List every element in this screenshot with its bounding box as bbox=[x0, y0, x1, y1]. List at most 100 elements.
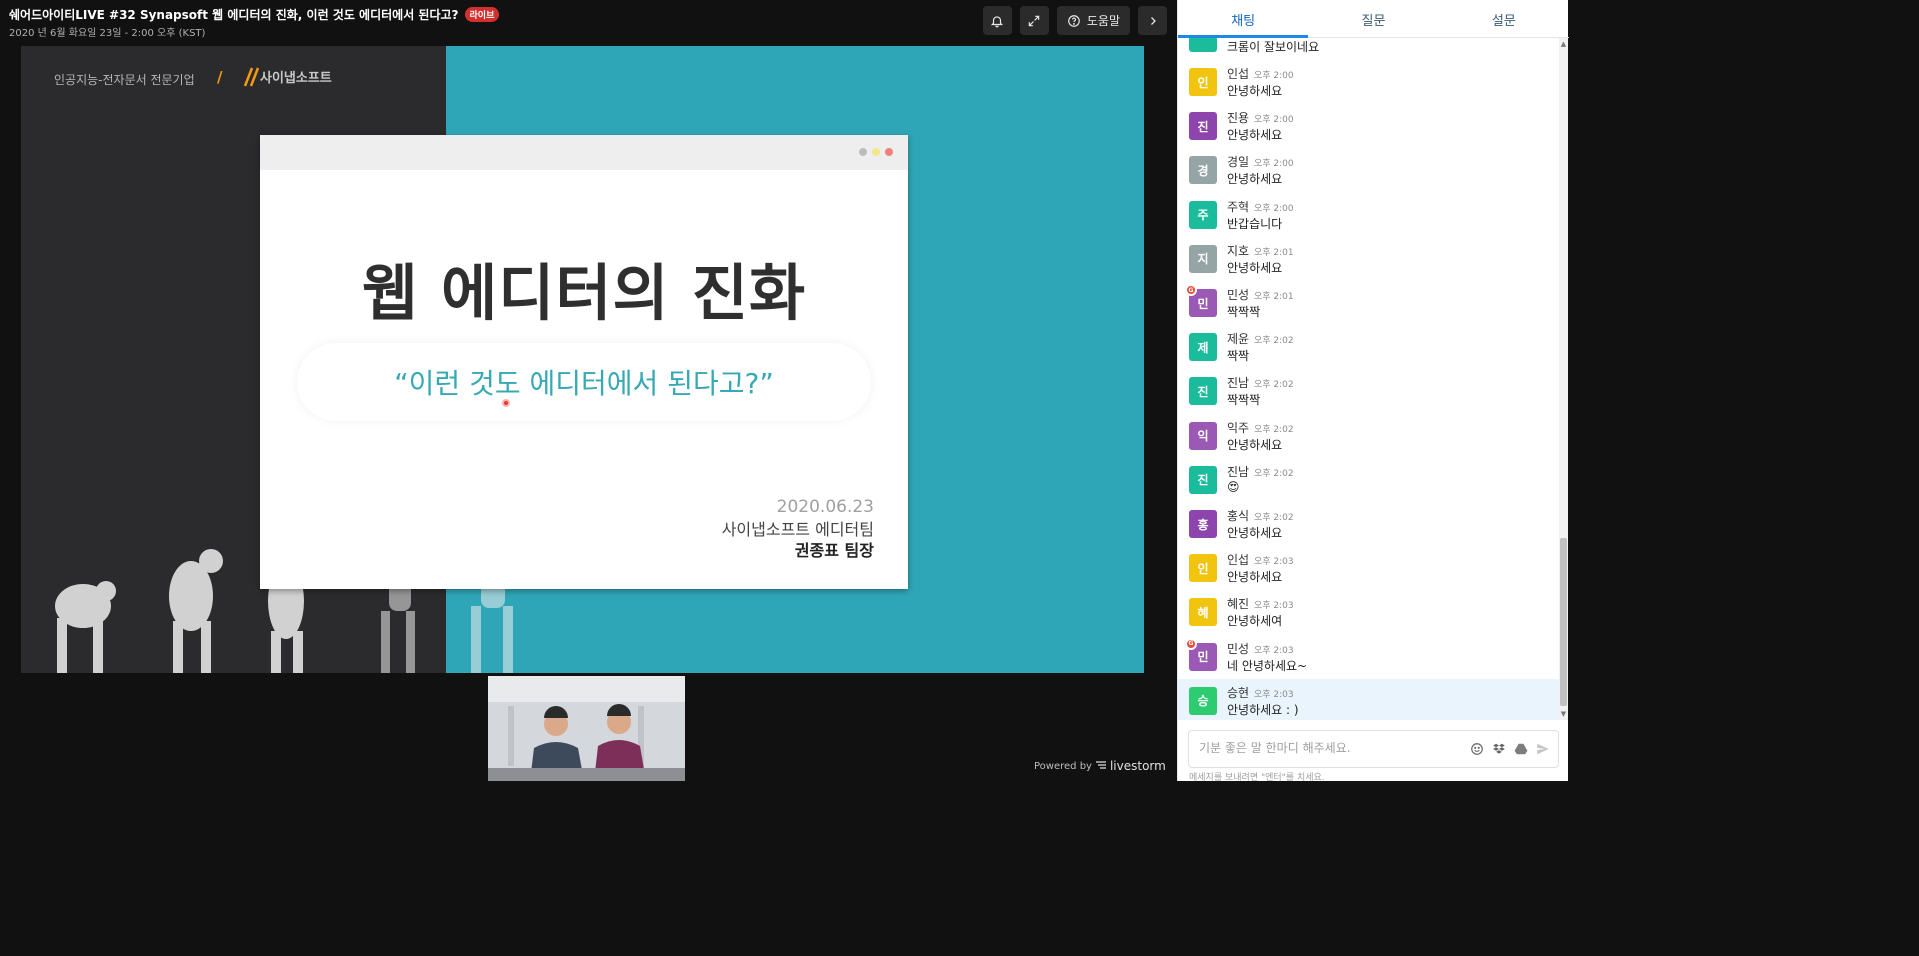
slide-date: 2020.06.23 bbox=[776, 497, 874, 517]
avatar[interactable]: 진 bbox=[1189, 112, 1217, 141]
tab-polls[interactable]: 설문 bbox=[1439, 0, 1569, 37]
message-text: 안녕하세요 bbox=[1227, 84, 1283, 98]
chat-scrollbar[interactable]: ▲ ▼ bbox=[1559, 38, 1568, 720]
message-time: 오후 2:00 bbox=[1254, 115, 1294, 126]
message-text: 짝짝짝 bbox=[1227, 393, 1261, 408]
event-header: 쉐어드아이티LIVE #32 Synapsoft 웹 에디터의 진화, 이런 것… bbox=[0, 0, 1177, 46]
chat-panel: 채팅 질문 설문 크롬이 잘보이네요 인 인섭 오후 2:00 안녕하세요 진 진용 오후 … bbox=[1177, 0, 1569, 783]
message-author: 승현 bbox=[1227, 685, 1250, 700]
help-button[interactable]: 도움말 bbox=[1056, 6, 1130, 35]
send-icon[interactable] bbox=[1536, 741, 1550, 760]
toggle-panel-button[interactable] bbox=[1138, 6, 1167, 35]
message-time: 오후 2:00 bbox=[1254, 71, 1294, 81]
chat-message: 승 승현 오후 2:03 안녕하세요 : ) bbox=[1178, 678, 1559, 720]
chat-message: 인 인섭 오후 2:00 안녕하세요 bbox=[1178, 60, 1559, 104]
avatar[interactable]: 홍 bbox=[1189, 510, 1217, 538]
avatar[interactable]: 경 bbox=[1189, 156, 1217, 185]
avatar[interactable]: 지 bbox=[1189, 244, 1217, 273]
message-time: 오후 2:00 bbox=[1254, 159, 1294, 170]
avatar[interactable]: 인 bbox=[1189, 68, 1217, 96]
webcam-feed[interactable] bbox=[488, 676, 685, 781]
guest-badge-icon: G bbox=[1185, 637, 1197, 650]
expand-icon bbox=[1027, 14, 1041, 28]
avatar[interactable]: 주 bbox=[1189, 200, 1217, 229]
chat-message: 진 진용 오후 2:00 안녕하세요 bbox=[1178, 104, 1559, 148]
chat-message: 익 익주 오후 2:02 안녕하세요 bbox=[1178, 414, 1559, 458]
message-text: 안녕하세요 bbox=[1227, 437, 1283, 452]
avatar[interactable]: 진 bbox=[1189, 465, 1217, 494]
slide-presenter: 권종표 팀장 bbox=[794, 541, 874, 560]
chat-input-box[interactable] bbox=[1188, 730, 1559, 768]
message-time: 오후 2:02 bbox=[1254, 424, 1294, 435]
video-stage: 쉐어드아이티LIVE #32 Synapsoft 웹 에디터의 진화, 이런 것… bbox=[0, 0, 1177, 781]
message-author: 인섭 bbox=[1227, 67, 1250, 81]
message-time: 오후 2:02 bbox=[1254, 380, 1294, 391]
google-drive-icon[interactable] bbox=[1514, 741, 1528, 760]
message-time: 오후 2:03 bbox=[1254, 645, 1294, 656]
avatar[interactable]: 제 bbox=[1189, 333, 1217, 362]
chat-message: 주 주혁 오후 2:00 반갑습니다 bbox=[1178, 193, 1559, 237]
message-author: 제윤 bbox=[1227, 332, 1250, 347]
chat-message: 크롬이 잘보이네요 bbox=[1178, 38, 1559, 60]
message-text: 반갑습니다 bbox=[1227, 216, 1283, 231]
avatar[interactable]: 인 bbox=[1189, 554, 1217, 583]
event-date: 2020 년 6월 화요일 23일 - 2:00 오후 (KST) bbox=[9, 28, 206, 39]
bell-icon bbox=[990, 14, 1004, 28]
scroll-down-icon[interactable]: ▼ bbox=[1559, 710, 1568, 718]
message-author: 경일 bbox=[1227, 155, 1250, 170]
slide-title: 웹 에디터의 진화 bbox=[361, 258, 807, 329]
avatar[interactable]: 승 bbox=[1189, 686, 1217, 715]
chat-input[interactable] bbox=[1199, 741, 1449, 755]
dropbox-icon[interactable] bbox=[1492, 741, 1506, 760]
message-author: 진용 bbox=[1227, 111, 1250, 126]
fullscreen-button[interactable] bbox=[1019, 6, 1049, 35]
presentation-video[interactable]: 인공지능-전자문서 전문기업 / 사이냅소프트 웹 에디터의 진화 “이런 것도… bbox=[21, 46, 1152, 673]
message-time: 오후 2:03 bbox=[1254, 557, 1294, 568]
window-dot-icon bbox=[859, 148, 867, 156]
message-text: 안녕하세요 : ) bbox=[1227, 702, 1299, 717]
avatar[interactable]: 익 bbox=[1189, 421, 1217, 450]
message-text: 안녕하세요 bbox=[1227, 570, 1283, 585]
window-dot-icon bbox=[885, 148, 893, 156]
chat-composer: 메세지를 보내려면 "엔터"를 치세요. bbox=[1178, 722, 1569, 783]
livestorm-logo-icon bbox=[1095, 760, 1106, 772]
chevron-right-icon bbox=[1147, 15, 1159, 27]
help-label: 도움말 bbox=[1086, 14, 1120, 28]
tab-questions[interactable]: 질문 bbox=[1308, 0, 1438, 37]
message-time: 오후 2:01 bbox=[1254, 292, 1294, 302]
slide-card: 웹 에디터의 진화 “이런 것도 에디터에서 된다고?” 2020.06.23 … bbox=[260, 135, 908, 589]
message-text: 네 안녕하세요~ bbox=[1227, 658, 1308, 673]
avatar[interactable]: 혜 bbox=[1189, 598, 1217, 627]
chat-message: 인 인섭 오후 2:03 안녕하세요 bbox=[1178, 546, 1559, 590]
scroll-up-icon[interactable]: ▲ bbox=[1559, 40, 1568, 48]
message-text: 크롬이 잘보이네요 bbox=[1227, 40, 1320, 54]
message-author: 주혁 bbox=[1227, 199, 1250, 214]
message-time: 오후 2:02 bbox=[1254, 513, 1294, 523]
message-author: 진남 bbox=[1227, 464, 1250, 479]
message-time: 오후 2:02 bbox=[1254, 336, 1294, 347]
event-title: 쉐어드아이티LIVE #32 Synapsoft 웹 에디터의 진화, 이런 것… bbox=[9, 8, 459, 22]
input-hint: 메세지를 보내려면 "엔터"를 치세요. bbox=[1189, 773, 1325, 783]
avatar bbox=[1189, 38, 1217, 52]
message-author: 혜진 bbox=[1227, 597, 1250, 612]
slide-subtitle: “이런 것도 에디터에서 된다고?” bbox=[394, 367, 774, 400]
message-text: 안녕하세요 bbox=[1227, 526, 1283, 540]
message-author: 익주 bbox=[1227, 420, 1250, 435]
chat-message-list[interactable]: 크롬이 잘보이네요 인 인섭 오후 2:00 안녕하세요 진 진용 오후 2:00 안녕하세요… bbox=[1178, 38, 1559, 720]
live-badge: 라이브 bbox=[464, 7, 500, 22]
pointer-cursor-icon bbox=[502, 399, 510, 407]
message-time: 오후 2:00 bbox=[1254, 203, 1294, 214]
tab-chat[interactable]: 채팅 bbox=[1178, 0, 1309, 38]
message-text: 안녕하세요 bbox=[1227, 172, 1283, 187]
guest-badge-icon: G bbox=[1185, 284, 1197, 296]
notifications-button[interactable] bbox=[982, 6, 1012, 35]
message-author: 민성 bbox=[1227, 641, 1250, 656]
scroll-thumb[interactable] bbox=[1560, 538, 1567, 706]
message-time: 오후 2:01 bbox=[1254, 247, 1294, 258]
avatar[interactable]: 진 bbox=[1189, 377, 1217, 406]
chat-message: 민 G 민성 오후 2:03 네 안녕하세요~ bbox=[1178, 635, 1559, 679]
livestorm-brand: livestorm bbox=[1109, 759, 1166, 773]
chat-message: 지 지호 오후 2:01 안녕하세요 bbox=[1178, 237, 1559, 281]
top-actions: 도움말 bbox=[982, 6, 1167, 35]
emoji-icon[interactable] bbox=[1470, 741, 1484, 760]
